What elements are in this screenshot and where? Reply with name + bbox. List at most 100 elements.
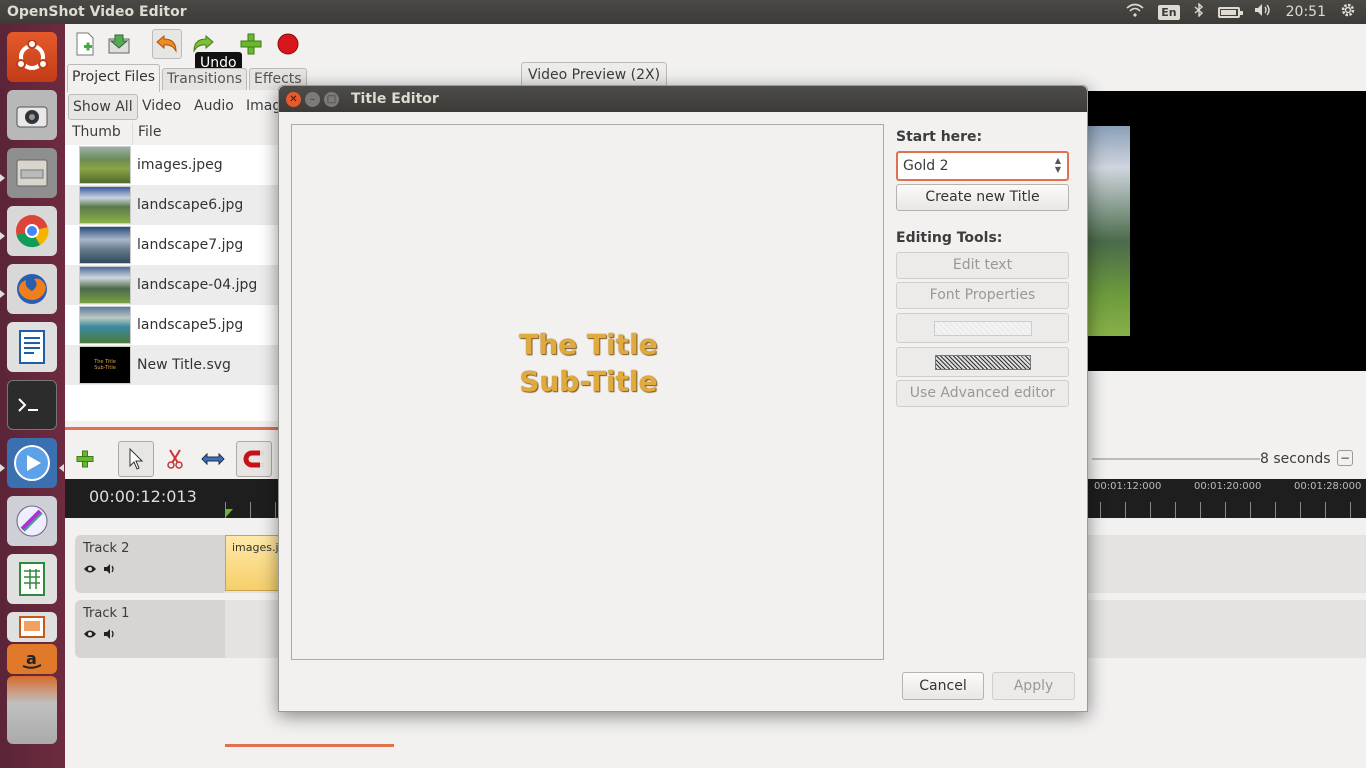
preview-frame-image	[1087, 126, 1130, 336]
openshot-icon[interactable]	[7, 438, 57, 488]
zoom-label: 8 seconds	[1260, 451, 1331, 467]
file-row[interactable]: landscape7.jpg	[65, 225, 280, 265]
use-advanced-editor-button[interactable]: Use Advanced editor	[896, 380, 1069, 407]
speaker-icon[interactable]	[103, 628, 117, 643]
tick-label: 00:01:12:000	[1094, 481, 1162, 492]
file-name: landscape7.jpg	[137, 237, 244, 253]
file-name: images.jpeg	[137, 157, 223, 173]
start-here-label: Start here:	[896, 129, 983, 145]
text-color-button[interactable]	[896, 313, 1069, 343]
playhead-marker[interactable]	[225, 509, 233, 518]
text-color-swatch	[933, 321, 1032, 336]
libreoffice-calc-icon[interactable]	[7, 554, 57, 604]
inkscape-icon[interactable]	[7, 496, 57, 546]
dialog-titlebar[interactable]: ✕ – □ Title Editor	[279, 86, 1087, 112]
track-name: Track 1	[83, 606, 130, 621]
video-preview-area[interactable]	[1087, 91, 1366, 371]
amazon-icon[interactable]: a	[7, 644, 57, 674]
top-panel: OpenShot Video Editor En 20:51	[0, 0, 1366, 24]
clock[interactable]: 20:51	[1286, 4, 1326, 20]
thumb-subtitle-text: Sub-Title	[94, 365, 116, 371]
edit-text-button[interactable]: Edit text	[896, 252, 1069, 279]
visibility-eye-icon[interactable]	[83, 628, 97, 642]
razor-tool-button[interactable]	[157, 441, 193, 477]
track-header: Track 2	[75, 535, 225, 593]
font-properties-button[interactable]: Font Properties	[896, 282, 1069, 309]
resize-tool-button[interactable]	[195, 441, 231, 477]
running-indicator	[0, 290, 5, 298]
file-thumbnail	[79, 186, 131, 224]
filter-show-all[interactable]: Show All	[68, 94, 138, 120]
file-row[interactable]: landscape5.jpg	[65, 305, 280, 345]
spinner-arrows-icon: ▲ ▼	[1054, 156, 1061, 174]
file-row[interactable]: images.jpeg	[65, 145, 280, 185]
file-thumbnail	[79, 266, 131, 304]
bluetooth-icon[interactable]	[1194, 2, 1204, 21]
file-thumbnail	[79, 306, 131, 344]
zoom-out-button[interactable]: −	[1337, 450, 1353, 466]
dialog-title: Title Editor	[351, 91, 439, 107]
file-row[interactable]: landscape6.jpg	[65, 185, 280, 225]
new-project-button[interactable]	[70, 29, 100, 59]
save-project-button[interactable]	[104, 29, 134, 59]
background-color-button[interactable]	[896, 347, 1069, 377]
terminal-icon[interactable]	[7, 380, 57, 430]
svg-text:a: a	[26, 649, 37, 668]
libreoffice-impress-icon[interactable]	[7, 612, 57, 642]
timeline-clip[interactable]: images.j	[225, 535, 280, 591]
minus-icon: −	[1339, 451, 1351, 465]
camera-app-icon[interactable]	[7, 90, 57, 140]
record-button[interactable]	[273, 29, 303, 59]
column-header-thumb[interactable]: Thumb	[65, 121, 133, 145]
launcher-overflow-stack[interactable]	[7, 676, 57, 744]
tick-label: 00:01:20:000	[1194, 481, 1262, 492]
minimize-icon[interactable]: –	[305, 92, 320, 107]
libreoffice-writer-icon[interactable]	[7, 322, 57, 372]
column-header-file[interactable]: File	[133, 121, 280, 145]
background-color-swatch	[934, 355, 1031, 370]
file-thumbnail	[79, 146, 131, 184]
template-select[interactable]: Gold 2 ▲ ▼	[896, 151, 1069, 181]
tick-label: 00:01:28:000	[1294, 481, 1362, 492]
zoom-slider-track[interactable]	[1092, 458, 1260, 460]
visibility-eye-icon[interactable]	[83, 563, 97, 577]
project-files-list[interactable]: Thumb File images.jpeg landscape6.jpg la…	[65, 121, 280, 421]
launcher: a	[0, 24, 65, 768]
canvas-title-text: The Title	[519, 328, 658, 361]
filter-video[interactable]: Video	[138, 94, 185, 120]
file-name: landscape6.jpg	[137, 197, 244, 213]
track-name: Track 2	[83, 541, 130, 556]
chrome-icon[interactable]	[7, 206, 57, 256]
cancel-button[interactable]: Cancel	[902, 672, 984, 700]
undo-button[interactable]	[152, 29, 182, 59]
file-manager-icon[interactable]	[7, 148, 57, 198]
filter-audio[interactable]: Audio	[190, 94, 238, 120]
volume-icon[interactable]	[1254, 3, 1272, 21]
file-row[interactable]: landscape-04.jpg	[65, 265, 280, 305]
close-icon[interactable]: ✕	[286, 92, 301, 107]
file-row[interactable]: The Title Sub-Title New Title.svg	[65, 345, 280, 385]
horizontal-scrollbar[interactable]	[225, 744, 394, 747]
apply-button[interactable]: Apply	[992, 672, 1075, 700]
running-indicator	[0, 232, 5, 240]
keyboard-layout-badge[interactable]: En	[1158, 4, 1180, 20]
battery-icon[interactable]	[1217, 6, 1243, 18]
running-indicator	[0, 174, 5, 182]
tab-project-files[interactable]: Project Files	[67, 64, 161, 92]
firefox-icon[interactable]	[7, 264, 57, 314]
add-track-button[interactable]	[67, 441, 103, 477]
file-name: landscape-04.jpg	[137, 277, 258, 293]
current-timecode: 00:00:12:013	[89, 487, 197, 506]
maximize-icon[interactable]: □	[324, 92, 339, 107]
create-new-title-button[interactable]: Create new Title	[896, 184, 1069, 211]
panel-divider[interactable]	[65, 427, 280, 430]
ubuntu-dash-icon[interactable]	[7, 32, 57, 82]
file-thumbnail	[79, 226, 131, 264]
speaker-icon[interactable]	[103, 563, 117, 578]
tab-transitions[interactable]: Transitions	[162, 68, 247, 90]
template-selected-value: Gold 2	[903, 158, 949, 174]
snap-magnet-button[interactable]	[236, 441, 272, 477]
wifi-icon[interactable]	[1126, 3, 1144, 21]
settings-gear-icon[interactable]	[1340, 2, 1356, 22]
select-tool-button[interactable]	[118, 441, 154, 477]
